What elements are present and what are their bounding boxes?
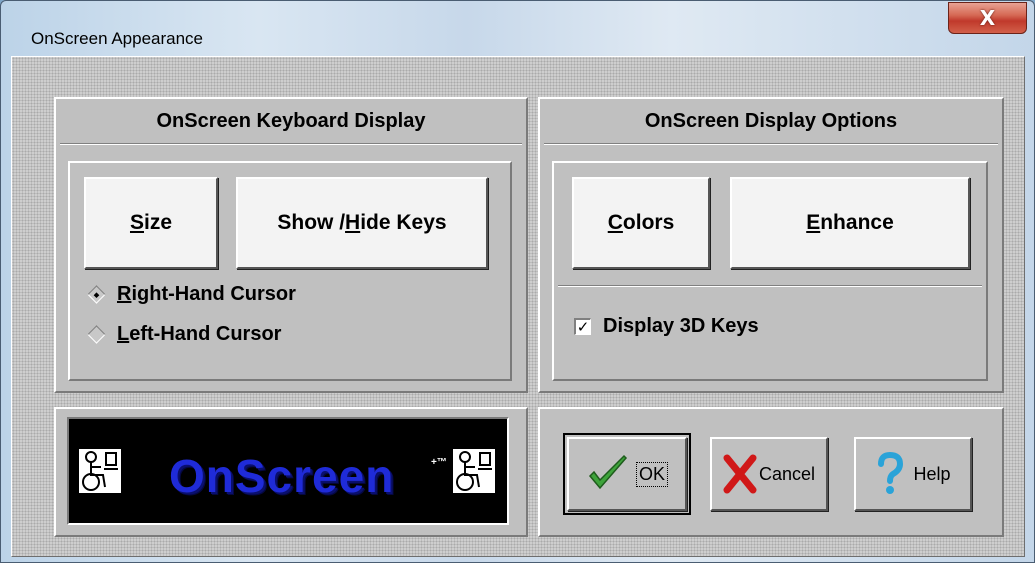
enhance-accel: E <box>806 211 821 234</box>
cancel-label: Cancel <box>758 463 816 484</box>
dialog-client-area: OnScreen Keyboard Display Size Show / Hi… <box>11 56 1025 557</box>
radio-unselected-icon <box>87 325 106 344</box>
help-button[interactable]: Help <box>854 437 972 511</box>
left-hand-cursor-label: Left-Hand Cursor <box>117 323 282 345</box>
logo-wordmark: OnScreen <box>169 450 395 502</box>
window-title: OnScreen Appearance <box>31 29 204 48</box>
dialog-window: OnScreen Appearance X OnScreen Keyboard … <box>0 0 1035 563</box>
logo-trademark: +™ <box>431 457 447 468</box>
size-accel: S <box>129 211 144 234</box>
radio-selected-icon <box>87 285 106 304</box>
size-label: ize <box>144 211 173 234</box>
colors-accel: C <box>607 211 623 234</box>
size-button[interactable]: Size <box>84 177 218 269</box>
left-hand-cursor-radio[interactable]: Left-Hand Cursor <box>86 323 281 346</box>
show-hide-label-rest: ide Keys <box>360 211 447 234</box>
display-3d-keys-label: Display 3D Keys <box>603 315 759 337</box>
keyboard-display-inner: Size Show / Hide Keys Right-Hand Cursor … <box>68 161 512 381</box>
title-bar[interactable]: OnScreen Appearance X <box>1 1 1034 51</box>
display-3d-keys-checkbox[interactable]: ✓ Display 3D Keys <box>574 315 759 338</box>
wheelchair-user-icon <box>79 449 121 493</box>
display-options-panel: OnScreen Display Options Colors Enhance … <box>538 97 1004 393</box>
keyboard-display-panel: OnScreen Keyboard Display Size Show / Hi… <box>54 97 528 393</box>
close-icon: X <box>979 6 996 30</box>
ok-label: OK <box>635 461 668 487</box>
onscreen-logo: OnScreen +™ <box>67 417 509 525</box>
show-hide-accel: H <box>345 211 361 234</box>
colors-label: olors <box>622 211 675 234</box>
panel-divider <box>544 143 998 145</box>
wheelchair-user-icon <box>453 449 495 493</box>
show-hide-label-pre: Show / <box>277 211 346 234</box>
show-hide-keys-button[interactable]: Show / Hide Keys <box>236 177 488 269</box>
checkbox-checked-icon: ✓ <box>574 318 591 335</box>
help-label: Help <box>913 463 951 484</box>
help-question-icon <box>878 452 904 494</box>
close-button[interactable]: X <box>948 2 1027 34</box>
cancel-x-icon <box>723 454 757 494</box>
colors-button[interactable]: Colors <box>572 177 710 269</box>
right-hand-cursor-label: Right-Hand Cursor <box>117 283 296 305</box>
enhance-button[interactable]: Enhance <box>730 177 970 269</box>
right-hand-cursor-radio[interactable]: Right-Hand Cursor <box>86 283 296 306</box>
enhance-label: nhance <box>820 211 894 234</box>
display-options-title: OnScreen Display Options <box>644 110 898 132</box>
cancel-button[interactable]: Cancel <box>710 437 828 511</box>
keyboard-display-title: OnScreen Keyboard Display <box>156 110 426 132</box>
inner-divider <box>558 285 982 287</box>
display-options-inner: Colors Enhance ✓ Display 3D Keys <box>552 161 988 381</box>
panel-divider <box>60 143 522 145</box>
ok-button[interactable]: OK <box>563 433 691 515</box>
checkmark-icon <box>588 454 628 490</box>
